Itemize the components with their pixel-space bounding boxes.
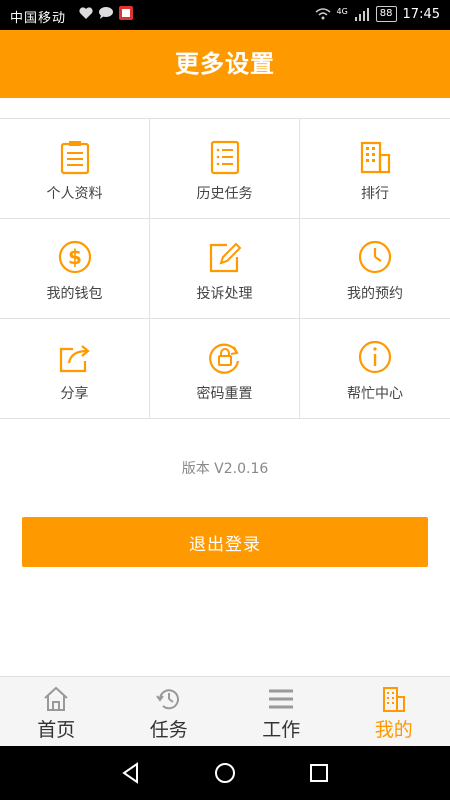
clock-time: 17:45 [402, 6, 440, 22]
signal-icon [354, 8, 369, 21]
tab-home[interactable]: 首页 [0, 677, 113, 747]
menu-item-appointments[interactable]: 我的预约 [300, 219, 450, 319]
tab-label: 我的 [374, 719, 413, 741]
menu-item-share[interactable]: 分享 [0, 319, 150, 419]
heart-icon [79, 7, 93, 19]
tab-label: 工作 [262, 719, 301, 741]
wifi-icon [315, 8, 330, 20]
status-right: 4G 88 17:45 [315, 6, 440, 22]
home-icon [44, 686, 68, 711]
menu-item-label: 历史任务 [196, 186, 253, 202]
svg-text:$: $ [68, 245, 82, 269]
tab-mine[interactable]: 我的 [338, 677, 450, 747]
recents-icon[interactable] [307, 761, 331, 785]
tab-tasks[interactable]: 任务 [113, 677, 226, 747]
version-label: 版本 V2.0.16 [181, 461, 269, 477]
page-title: 更多设置 [0, 30, 450, 98]
menu-item-label: 分享 [60, 386, 89, 402]
menu-item-label: 投诉处理 [196, 286, 253, 302]
notification-icons [78, 6, 134, 20]
share-icon [59, 345, 90, 373]
info-icon [358, 340, 392, 374]
menu-item-password-reset[interactable]: 密码重置 [150, 319, 300, 419]
list-document-icon [210, 140, 239, 175]
menu-item-label: 我的钱包 [46, 286, 103, 302]
menu-item-label: 密码重置 [196, 386, 253, 402]
tab-label: 任务 [149, 719, 188, 741]
history-icon [155, 689, 179, 710]
building-icon [382, 687, 405, 712]
home-circle-icon[interactable] [213, 761, 237, 785]
menu-item-help-center[interactable]: 帮忙中心 [300, 319, 450, 419]
carrier-label: 中国移动 [10, 11, 67, 26]
menu-item-wallet[interactable]: $ 我的钱包 [0, 219, 150, 319]
tab-label: 首页 [37, 719, 76, 741]
menu-item-history-tasks[interactable]: 历史任务 [150, 119, 300, 219]
menu-item-label: 个人资料 [46, 186, 103, 202]
menu-item-profile[interactable]: 个人资料 [0, 119, 150, 219]
lock-reset-icon [208, 343, 239, 374]
settings-grid: 个人资料 历史任务 排行 $ 我的钱包 投诉处理 我的预约 分享 密码重置 帮忙… [0, 118, 450, 420]
system-nav-bar [0, 746, 450, 800]
back-icon[interactable] [119, 761, 143, 785]
clipboard-icon [60, 141, 89, 175]
tab-work[interactable]: 工作 [225, 677, 338, 747]
battery-indicator: 88 [375, 6, 397, 22]
clock-icon [358, 240, 392, 274]
edit-pencil-icon [209, 242, 241, 273]
chat-icon [99, 7, 113, 19]
menu-item-label: 排行 [361, 186, 389, 202]
bottom-tab-bar: 首页 任务 工作 我的 [0, 676, 450, 747]
status-bar: 中国移动 4G 88 17:45 [0, 0, 450, 30]
building-icon [360, 141, 391, 174]
network-type: 4G [336, 6, 348, 16]
menu-item-ranking[interactable]: 排行 [300, 119, 450, 219]
app-notification-icon [119, 6, 133, 20]
menu-item-complaints[interactable]: 投诉处理 [150, 219, 300, 319]
dollar-coin-icon: $ [58, 240, 91, 274]
menu-item-label: 我的预约 [347, 286, 403, 302]
menu-lines-icon [269, 689, 294, 709]
spacer [0, 98, 450, 118]
menu-item-label: 帮忙中心 [347, 386, 403, 402]
logout-button[interactable]: 退出登录 [22, 517, 428, 567]
